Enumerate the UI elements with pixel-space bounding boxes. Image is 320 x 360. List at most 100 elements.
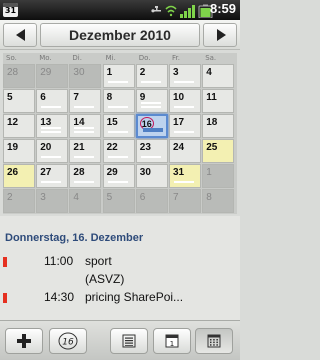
day-number: 3: [173, 67, 179, 78]
event-indicator: [41, 131, 62, 133]
day-cell[interactable]: 18: [202, 114, 235, 138]
day-cell[interactable]: 28: [69, 164, 102, 188]
event-time[interactable]: 11:00: [44, 254, 73, 268]
day-cell[interactable]: 29: [102, 164, 135, 188]
event-indicator: [174, 81, 194, 83]
day-number: 15: [106, 117, 118, 128]
event-indicator: [74, 181, 95, 183]
event-indicator: [74, 127, 95, 129]
day-cell[interactable]: 25: [202, 139, 235, 163]
event-title[interactable]: pricing SharePoi...: [85, 290, 183, 304]
day-number: 24: [173, 142, 185, 153]
event-indicator: [142, 128, 163, 132]
day-cell[interactable]: 3: [36, 189, 69, 213]
day-cell[interactable]: 30: [69, 64, 102, 88]
day-cell[interactable]: 6: [135, 189, 168, 213]
day-number: 4: [73, 192, 79, 203]
event-title[interactable]: sport: [85, 254, 112, 268]
day-cell[interactable]: 23: [135, 139, 168, 163]
day-cell-today[interactable]: 16: [135, 114, 168, 138]
day-number: 22: [106, 142, 118, 153]
day-cell[interactable]: 8: [102, 89, 135, 113]
list-icon: [122, 334, 136, 348]
day-number: 7: [73, 92, 79, 103]
day-cell[interactable]: 17: [169, 114, 201, 138]
day-number: 17: [173, 117, 185, 128]
event-indicator: [140, 156, 161, 158]
day-cell[interactable]: 20: [36, 139, 69, 163]
day-cell[interactable]: 5: [3, 89, 35, 113]
day-cell[interactable]: 8: [202, 189, 235, 213]
day-cell[interactable]: 14: [69, 114, 102, 138]
event-calendar-color-marker: [3, 257, 7, 267]
day-number: 27: [40, 167, 52, 178]
event-time[interactable]: 14:30: [44, 290, 74, 304]
day-cell[interactable]: 15: [102, 114, 135, 138]
signal-icon: [180, 5, 195, 18]
day-cell[interactable]: 24: [169, 139, 201, 163]
day-cell[interactable]: 2: [3, 189, 35, 213]
day-number: 20: [40, 142, 52, 153]
event-indicator: [41, 127, 62, 129]
day-number: 30: [139, 167, 151, 178]
month-title[interactable]: Dezember 2010: [40, 23, 200, 47]
day-cell[interactable]: 9: [135, 89, 168, 113]
day-number: 5: [7, 92, 13, 103]
event-indicator: [140, 81, 161, 83]
day-cell[interactable]: 13: [36, 114, 69, 138]
day-cell[interactable]: 29: [36, 64, 69, 88]
event-indicator: [140, 106, 161, 108]
day-number: 6: [139, 192, 146, 203]
day-cell[interactable]: 22: [102, 139, 135, 163]
event-indicator: [41, 106, 62, 108]
day-cell[interactable]: 6: [36, 89, 69, 113]
day-cell[interactable]: 19: [3, 139, 35, 163]
event-indicator: [74, 156, 95, 158]
day-cell[interactable]: 10: [169, 89, 201, 113]
event-indicator: [174, 106, 194, 108]
event-indicator: [74, 106, 95, 108]
wifi-icon: [165, 5, 177, 17]
day-cell[interactable]: 12: [3, 114, 35, 138]
day-number: 26: [7, 167, 19, 178]
day-cell[interactable]: 28: [3, 64, 35, 88]
previous-month-button[interactable]: [3, 23, 37, 47]
day-cell[interactable]: 30: [135, 164, 168, 188]
day-cell[interactable]: 31: [169, 164, 201, 188]
day-cell[interactable]: 1: [202, 164, 235, 188]
day-number: 28: [73, 167, 85, 178]
day-number: 29: [40, 67, 52, 78]
day-view-button[interactable]: 1: [153, 328, 191, 354]
agenda-view-button[interactable]: [110, 328, 148, 354]
event-indicator: [107, 181, 128, 183]
weekday-label: Mi.: [105, 54, 116, 62]
month-view-button[interactable]: [195, 328, 233, 354]
day-cell[interactable]: 27: [36, 164, 69, 188]
today-calendar-icon: 16: [58, 332, 78, 350]
day-cell[interactable]: 11: [202, 89, 235, 113]
weekday-label: Sa.: [205, 54, 217, 62]
day-number: 6: [40, 92, 46, 103]
day-cell[interactable]: 1: [102, 64, 135, 88]
weekday-label: Di.: [72, 54, 82, 62]
day-cell[interactable]: 3: [169, 64, 201, 88]
day-cell[interactable]: 4: [69, 189, 102, 213]
day-cell[interactable]: 21: [69, 139, 102, 163]
day-number: 1: [206, 167, 212, 178]
today-button[interactable]: 16: [49, 328, 87, 354]
day-cell[interactable]: 4: [202, 64, 235, 88]
day-number: 8: [106, 92, 113, 103]
day-cell[interactable]: 26: [3, 164, 35, 188]
day-cell[interactable]: 5: [102, 189, 135, 213]
day-cell[interactable]: 7: [69, 89, 102, 113]
day-cell[interactable]: 2: [135, 64, 168, 88]
weekday-label: Do.: [138, 54, 151, 62]
day-view-label: 1: [170, 340, 174, 348]
next-month-button[interactable]: [203, 23, 237, 47]
event-title[interactable]: (ASVZ): [85, 272, 124, 286]
agenda-date-label: Donnerstag, 16. Dezember: [5, 232, 144, 244]
day-number: 2: [139, 67, 146, 78]
day-number: 19: [7, 142, 19, 153]
day-cell[interactable]: 7: [169, 189, 201, 213]
add-event-button[interactable]: [5, 328, 43, 354]
